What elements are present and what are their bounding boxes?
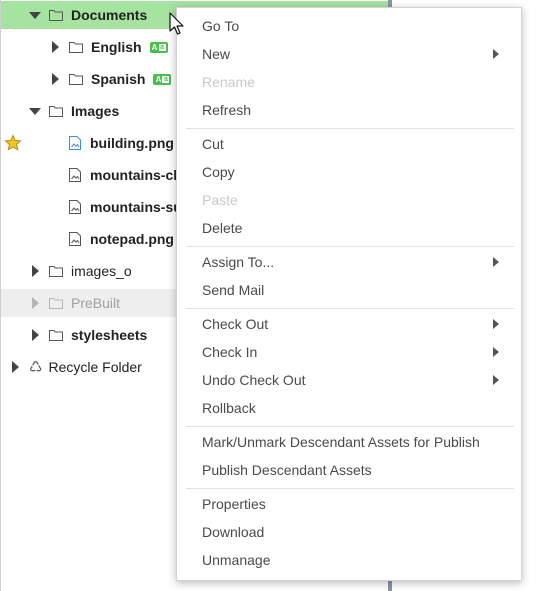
folder-icon xyxy=(69,74,83,85)
menu-item-label: Copy xyxy=(202,164,235,180)
folder-icon xyxy=(49,266,63,277)
submenu-arrow-icon xyxy=(493,319,499,329)
menu-item-properties[interactable]: Properties xyxy=(177,490,521,518)
menu-item-publish-descendant[interactable]: Publish Descendant Assets xyxy=(177,456,521,484)
menu-separator xyxy=(186,488,514,489)
menu-item-label: Send Mail xyxy=(202,282,265,298)
menu-item-label: Rollback xyxy=(202,400,256,416)
image-file-icon xyxy=(69,232,81,246)
menu-separator xyxy=(186,426,514,427)
menu-item-label: Mark/Unmark Descendant Assets for Publis… xyxy=(202,434,480,450)
tree-node-label: Images xyxy=(71,103,120,119)
menu-item-label: Publish Descendant Assets xyxy=(202,462,372,478)
menu-item-paste: Paste xyxy=(177,186,521,214)
mouse-cursor-icon xyxy=(169,12,184,35)
menu-item-delete[interactable]: Delete xyxy=(177,214,521,242)
tree-node-label: mountains-su xyxy=(90,199,182,215)
tree-node-label: stylesheets xyxy=(71,327,148,343)
language-badge-icon: Aa xyxy=(153,73,172,85)
menu-item-send-mail[interactable]: Send Mail xyxy=(177,276,521,304)
menu-item-label: Unmanage xyxy=(202,552,271,568)
folder-icon xyxy=(69,42,83,53)
tree-node-label: Spanish xyxy=(91,71,146,87)
tree-node-label: Documents xyxy=(71,7,148,23)
menu-item-refresh[interactable]: Refresh xyxy=(177,96,521,124)
menu-item-label: Download xyxy=(202,524,265,540)
expand-toggle-icon[interactable] xyxy=(9,361,21,373)
menu-item-cut[interactable]: Cut xyxy=(177,130,521,158)
expand-toggle-icon[interactable] xyxy=(29,9,41,21)
menu-separator xyxy=(186,308,514,309)
tree-node-label: mountains-clo xyxy=(90,167,186,183)
image-file-icon xyxy=(69,200,81,214)
menu-item-rename: Rename xyxy=(177,68,521,96)
tree-node-label: notepad.png xyxy=(90,231,174,247)
menu-item-check-in[interactable]: Check In xyxy=(177,338,521,366)
menu-item-new[interactable]: New xyxy=(177,40,521,68)
menu-item-download[interactable]: Download xyxy=(177,518,521,546)
submenu-arrow-icon xyxy=(493,375,499,385)
expand-toggle-icon[interactable] xyxy=(29,297,41,309)
menu-item-label: Delete xyxy=(202,220,243,236)
menu-item-assign-to[interactable]: Assign To... xyxy=(177,248,521,276)
image-file-icon xyxy=(69,136,81,150)
expand-toggle-icon[interactable] xyxy=(29,265,41,277)
menu-separator xyxy=(186,246,514,247)
tree-node-label: PreBuilt xyxy=(71,295,121,311)
menu-item-label: Go To xyxy=(202,18,240,34)
menu-item-label: Paste xyxy=(202,192,238,208)
menu-separator xyxy=(186,128,514,129)
folder-icon xyxy=(49,330,63,341)
expand-toggle-icon[interactable] xyxy=(49,73,61,85)
menu-item-label: Rename xyxy=(202,74,255,90)
submenu-arrow-icon xyxy=(493,257,499,267)
image-file-icon xyxy=(69,168,81,182)
expand-toggle-icon[interactable] xyxy=(29,329,41,341)
menu-item-label: Cut xyxy=(202,136,224,152)
menu-item-mark-unmark-descendant[interactable]: Mark/Unmark Descendant Assets for Publis… xyxy=(177,428,521,456)
menu-item-label: Check In xyxy=(202,344,258,360)
tree-node-label: images_o xyxy=(71,263,132,279)
menu-item-label: Refresh xyxy=(202,102,252,118)
tree-node-label: building.png xyxy=(90,135,174,151)
submenu-arrow-icon xyxy=(493,49,499,59)
context-menu: Go To New Rename Refresh Cut Copy Paste … xyxy=(176,7,522,581)
menu-item-rollback[interactable]: Rollback xyxy=(177,394,521,422)
language-badge-icon: Aa xyxy=(149,41,168,53)
folder-icon xyxy=(49,106,63,117)
submenu-arrow-icon xyxy=(493,347,499,357)
collapse-toggle-icon[interactable] xyxy=(29,105,41,117)
menu-item-go-to[interactable]: Go To xyxy=(177,12,521,40)
menu-item-undo-check-out[interactable]: Undo Check Out xyxy=(177,366,521,394)
menu-item-copy[interactable]: Copy xyxy=(177,158,521,186)
menu-item-label: Undo Check Out xyxy=(202,372,306,388)
menu-item-label: Properties xyxy=(202,496,266,512)
recycle-icon: ♺ xyxy=(29,358,43,376)
tree-node-label: Recycle Folder xyxy=(48,359,142,375)
menu-item-label: Check Out xyxy=(202,316,269,332)
menu-item-label: Assign To... xyxy=(202,254,275,270)
expand-toggle-icon[interactable] xyxy=(49,41,61,53)
menu-item-unmanage[interactable]: Unmanage xyxy=(177,546,521,574)
menu-item-label: New xyxy=(202,46,231,62)
folder-icon xyxy=(49,298,63,309)
menu-item-check-out[interactable]: Check Out xyxy=(177,310,521,338)
folder-icon xyxy=(49,10,63,21)
tree-node-label: English xyxy=(91,39,142,55)
